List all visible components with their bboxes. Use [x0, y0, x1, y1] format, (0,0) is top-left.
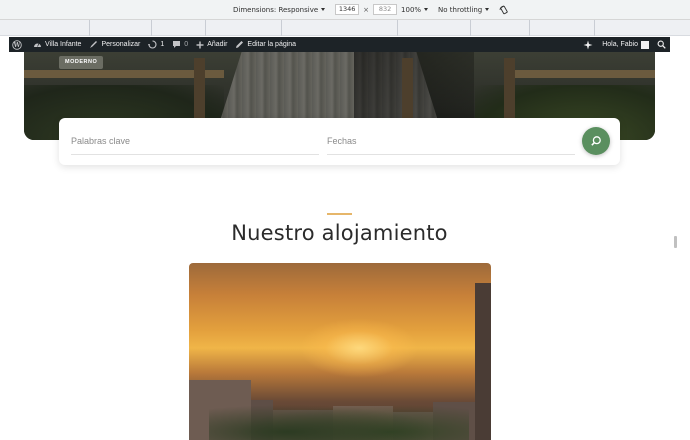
keywords-input[interactable]: Palabras clave: [71, 118, 319, 155]
wp-admin-bar: W Villa Infante Personalizar 1 0 Añadir …: [9, 37, 670, 52]
section-accent-divider: [327, 213, 352, 215]
chevron-down-icon: [424, 8, 429, 11]
avatar: [641, 40, 649, 49]
updates-icon: [148, 40, 157, 49]
dimensions-dropdown[interactable]: Dimensions: Responsive: [233, 5, 326, 14]
search-form: Palabras clave Fechas: [59, 118, 620, 165]
category-badge[interactable]: MODERNO: [59, 56, 104, 69]
comments-count: 0: [184, 41, 189, 48]
comments-link[interactable]: 0: [172, 40, 188, 49]
rotate-icon: [499, 5, 508, 14]
wordpress-logo-button[interactable]: W: [12, 39, 25, 50]
pencil-icon: [236, 41, 244, 48]
wordpress-icon: W: [12, 39, 22, 50]
zoom-dropdown[interactable]: 100%: [401, 5, 429, 14]
dimensions-label: Dimensions: Responsive: [233, 5, 319, 14]
height-input[interactable]: 832: [373, 4, 398, 15]
page-viewport: W Villa Infante Personalizar 1 0 Añadir …: [9, 37, 670, 440]
width-input[interactable]: 1346: [335, 4, 360, 15]
updates-link[interactable]: 1: [148, 40, 164, 49]
throttling-label: No throttling: [438, 5, 483, 14]
times-separator: ×: [363, 5, 370, 14]
edit-page-label: Editar la página: [247, 41, 297, 48]
search-button[interactable]: [582, 127, 610, 155]
customize-link[interactable]: Personalizar: [89, 40, 140, 49]
throttling-dropdown[interactable]: No throttling: [438, 5, 490, 14]
ai-sparkle-icon[interactable]: [583, 40, 593, 50]
devtools-device-toolbar: Dimensions: Responsive 1346 × 832 100% N…: [0, 0, 690, 20]
updates-count: 1: [160, 41, 165, 48]
svg-text:W: W: [13, 42, 21, 49]
search-icon: [591, 136, 601, 146]
dashboard-icon: [34, 43, 41, 47]
chevron-down-icon: [321, 8, 326, 11]
customize-label: Personalizar: [101, 41, 141, 48]
section-title: Nuestro alojamiento: [231, 221, 448, 245]
greeting-label: Hola, Fabio: [602, 41, 638, 48]
resize-handle[interactable]: [674, 236, 677, 248]
zoom-label: 100%: [401, 5, 422, 14]
brush-icon: [90, 41, 98, 48]
chevron-down-icon: [485, 8, 490, 11]
media-query-ruler: [0, 20, 690, 36]
add-new-label: Añadir: [207, 41, 228, 48]
accommodation-card-image[interactable]: [189, 263, 491, 440]
rotate-button[interactable]: [499, 5, 509, 15]
my-account-menu[interactable]: Hola, Fabio: [602, 40, 649, 49]
dates-input[interactable]: Fechas: [327, 118, 575, 155]
comment-icon: [173, 41, 181, 48]
plus-icon: [196, 41, 204, 48]
site-name-link[interactable]: Villa Infante: [33, 40, 81, 49]
site-name: Villa Infante: [45, 41, 82, 48]
edit-page-link[interactable]: Editar la página: [235, 40, 296, 49]
add-new-link[interactable]: Añadir: [196, 41, 227, 49]
search-icon[interactable]: [657, 40, 666, 49]
